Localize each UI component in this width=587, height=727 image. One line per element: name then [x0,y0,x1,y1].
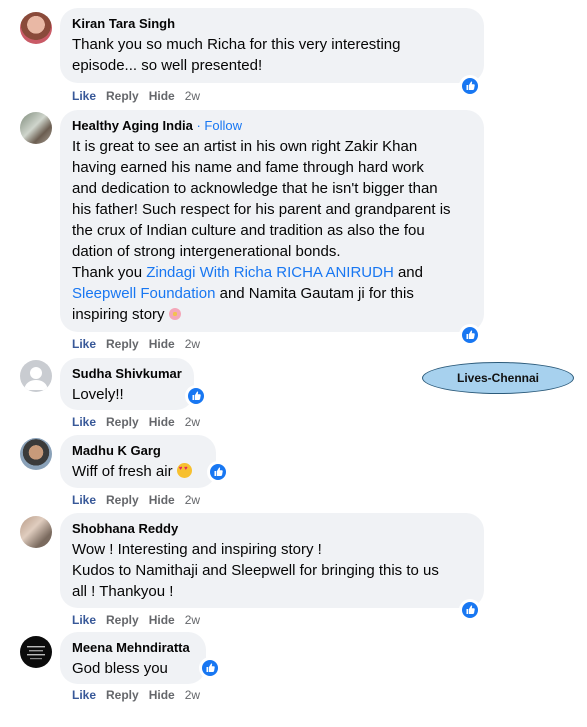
reply-link[interactable]: Reply [106,337,139,351]
avatar[interactable] [20,12,52,44]
comment-actions: Like Reply Hide 2w [72,336,210,352]
comment-text: Wow ! Interesting and inspiring story ! … [72,541,439,600]
avatar[interactable] [20,112,52,144]
comment-actions: Like Reply Hide 2w [72,88,210,104]
comment-author[interactable]: Meena Mehndiratta [72,640,194,656]
hide-link[interactable]: Hide [149,688,175,702]
reply-link[interactable]: Reply [106,415,139,429]
reaction-badge[interactable] [460,325,480,345]
hide-link[interactable]: Hide [149,493,175,507]
like-link[interactable]: Like [72,337,96,351]
timestamp[interactable]: 2w [185,688,200,702]
like-link[interactable]: Like [72,89,96,103]
reply-link[interactable]: Reply [106,493,139,507]
comment-text: Lovely!! [72,386,124,403]
comment-bubble: Kiran Tara Singh Thank you so much Richa… [60,8,484,83]
comment-actions: Like Reply Hide 2w [72,492,210,508]
reaction-badge[interactable] [460,76,480,96]
mention-link[interactable]: Sleepwell Foundation [72,285,215,302]
hide-link[interactable]: Hide [149,415,175,429]
like-link[interactable]: Like [72,688,96,702]
comment-bubble: Shobhana Reddy Wow ! Interesting and ins… [60,513,484,608]
heart-eyes-emoji-icon: ♥ ♥ [176,463,192,478]
like-thumb-icon [202,660,218,676]
hide-link[interactable]: Hide [149,613,175,627]
timestamp[interactable]: 2w [185,493,200,507]
avatar[interactable] [20,360,52,392]
like-thumb-icon [210,464,226,480]
comment-bubble: Meena Mehndiratta God bless you [60,632,206,684]
hide-link[interactable]: Hide [149,337,175,351]
comment-actions: Like Reply Hide 2w [72,687,210,703]
avatar[interactable] [20,516,52,548]
comment-text: It is great to see an artist in his own … [72,138,451,323]
comment-author: Healthy Aging India · Follow [72,118,242,133]
reaction-badge[interactable] [186,386,206,406]
hide-link[interactable]: Hide [149,89,175,103]
comment-author[interactable]: Shobhana Reddy [72,521,472,537]
text-logo-avatar-icon [27,646,45,660]
like-link[interactable]: Like [72,415,96,429]
like-link[interactable]: Like [72,493,96,507]
comment-bubble: Sudha Shivkumar Lovely!! [60,358,194,410]
reaction-badge[interactable] [460,600,480,620]
timestamp[interactable]: 2w [185,337,200,351]
comment-text: Wiff of fresh air ♥ ♥ [72,461,204,482]
like-thumb-icon [462,602,478,618]
default-avatar-icon [24,367,48,390]
avatar[interactable] [20,438,52,470]
comment-text: Thank you so much Richa for this very in… [72,36,401,74]
comment-bubble: Madhu K Garg Wiff of fresh air ♥ ♥ [60,435,216,488]
like-thumb-icon [462,78,478,94]
flower-emoji-icon [168,308,181,320]
timestamp[interactable]: 2w [185,415,200,429]
reply-link[interactable]: Reply [106,613,139,627]
like-link[interactable]: Like [72,613,96,627]
reply-link[interactable]: Reply [106,688,139,702]
avatar[interactable] [20,636,52,668]
like-thumb-icon [188,388,204,404]
comment-actions: Like Reply Hide 2w [72,414,210,430]
watermark-badge: Lives-Chennai [422,362,574,394]
comment-actions: Like Reply Hide 2w [72,612,210,628]
comment-author[interactable]: Kiran Tara Singh [72,16,472,32]
comment-author[interactable]: Madhu K Garg [72,443,204,459]
like-thumb-icon [462,327,478,343]
reply-link[interactable]: Reply [106,89,139,103]
timestamp[interactable]: 2w [185,613,200,627]
reaction-badge[interactable] [200,658,220,678]
author-name[interactable]: Healthy Aging India [72,118,193,133]
reaction-badge[interactable] [208,462,228,482]
comment-text: God bless you [72,660,168,677]
mention-link[interactable]: Zindagi With Richa RICHA ANIRUDH [146,264,394,281]
timestamp[interactable]: 2w [185,89,200,103]
comment-bubble: Healthy Aging India · Follow It is great… [60,110,484,332]
follow-link[interactable]: Follow [204,118,242,133]
comment-author[interactable]: Sudha Shivkumar [72,366,182,382]
